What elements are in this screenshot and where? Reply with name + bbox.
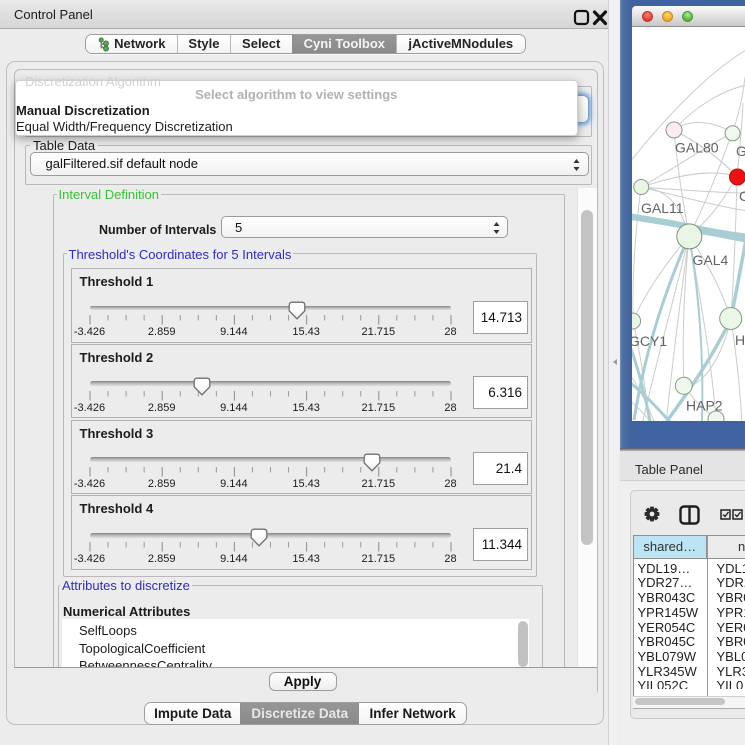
svg-text:CD: CD xyxy=(739,188,745,204)
svg-text:HAP2: HAP2 xyxy=(686,398,723,414)
svg-text:GA: GA xyxy=(736,143,745,159)
svg-text:HI: HI xyxy=(735,332,745,348)
svg-text:GAL4: GAL4 xyxy=(693,252,729,268)
svg-text:GAL80: GAL80 xyxy=(675,140,719,156)
svg-text:GAL11: GAL11 xyxy=(641,200,684,216)
svg-text:GCY1: GCY1 xyxy=(632,333,667,349)
